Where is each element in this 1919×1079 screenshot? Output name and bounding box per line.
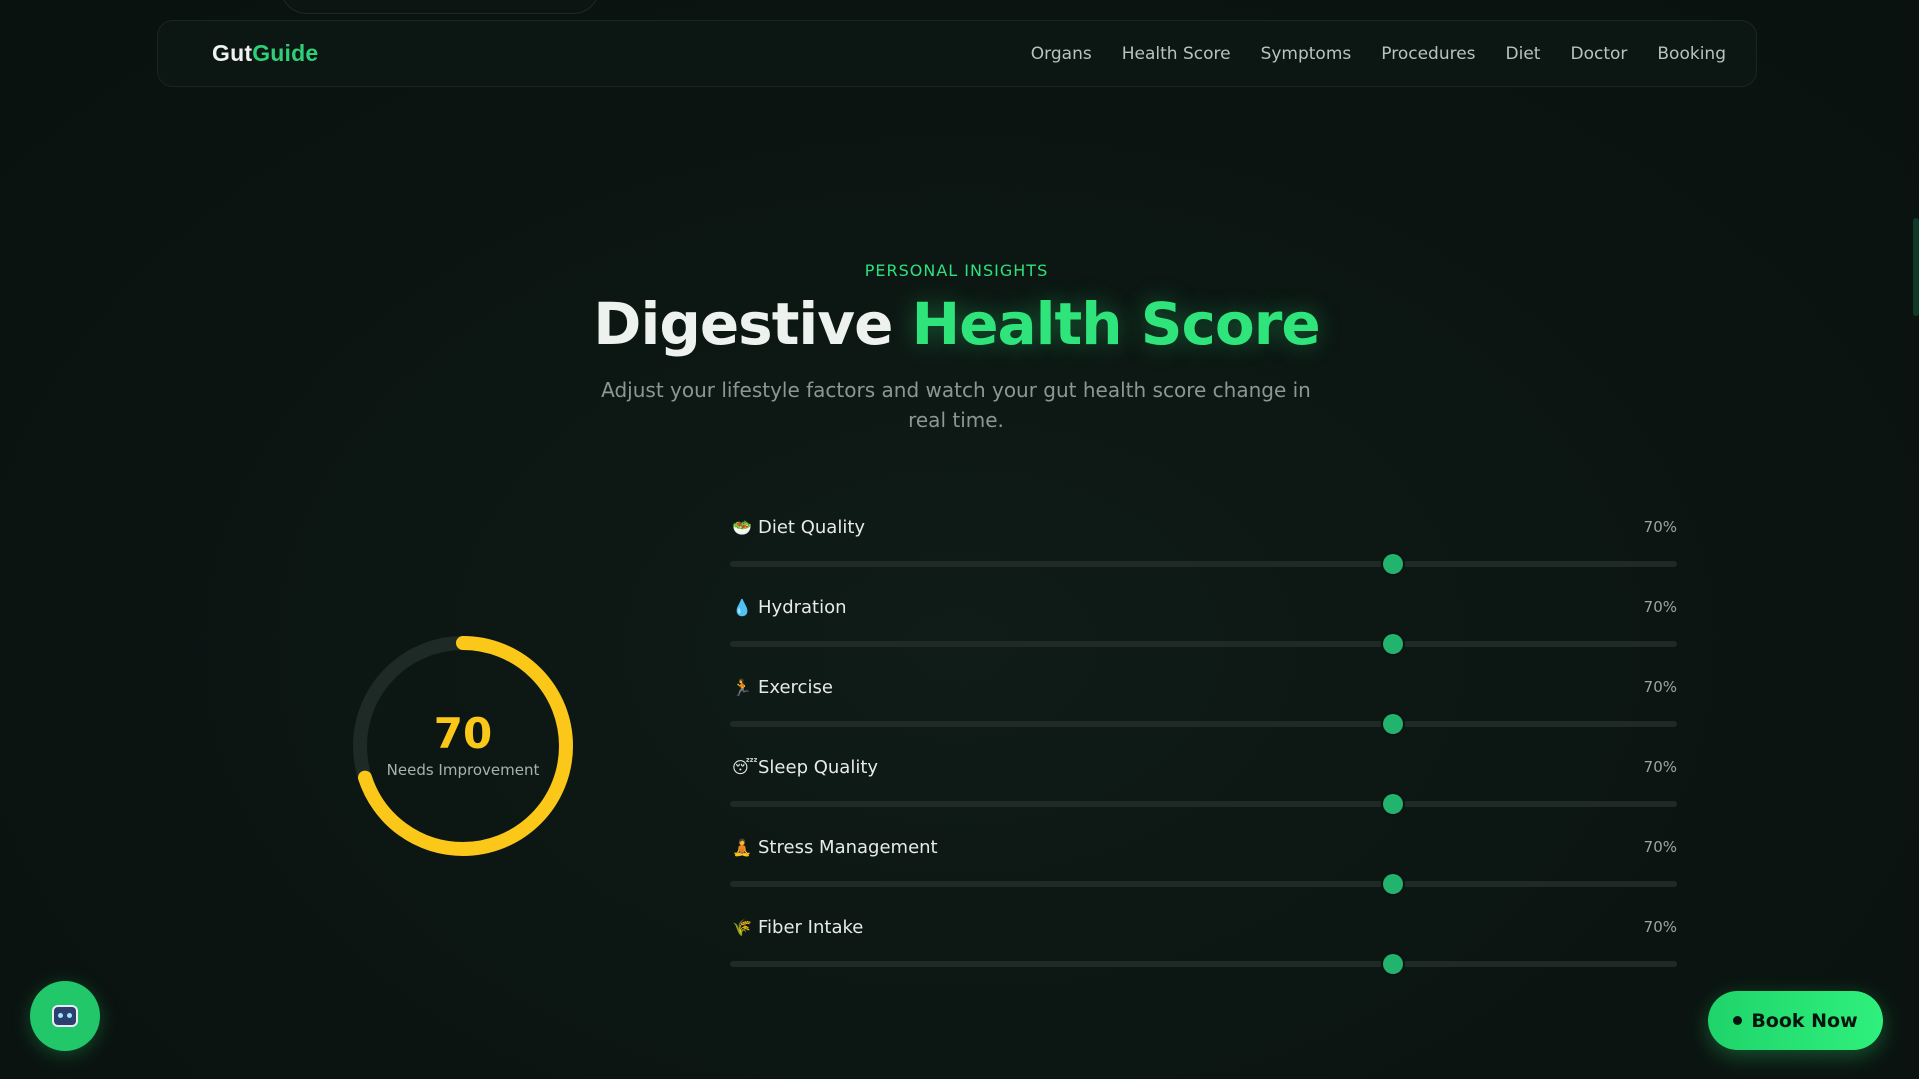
nav-link-booking[interactable]: Booking (1657, 44, 1726, 64)
factor-percent: 70% (1643, 678, 1677, 696)
slider-track[interactable] (730, 874, 1677, 894)
factor-label: Sleep Quality (758, 756, 879, 778)
slider-thumb[interactable] (1382, 554, 1403, 574)
nav-link-procedures[interactable]: Procedures (1381, 44, 1475, 64)
water-drop-icon: 💧 (732, 597, 752, 617)
chatbot-button[interactable] (30, 981, 100, 1051)
factor-percent: 70% (1643, 838, 1677, 856)
factor-label: Diet Quality (758, 516, 866, 538)
meditation-icon: 🧘 (732, 837, 752, 857)
slider-track[interactable] (730, 954, 1677, 974)
factor-label: Exercise (758, 676, 833, 698)
slider-track[interactable] (730, 634, 1677, 654)
slider-thumb[interactable] (1382, 954, 1403, 974)
title-part-digestive: Digestive (593, 290, 893, 358)
title-part-health-score: Health Score (911, 290, 1321, 358)
nav-link-diet[interactable]: Diet (1506, 44, 1541, 64)
logo[interactable]: GutGuide (212, 40, 318, 67)
scrollbar-thumb[interactable] (1913, 218, 1919, 316)
nav-link-organs[interactable]: Organs (1031, 44, 1092, 64)
factor-stress-management: 🧘 Stress Management 70% (730, 830, 1677, 910)
factor-fiber-intake: 🌾 Fiber Intake 70% (730, 910, 1677, 990)
factor-label: Hydration (758, 596, 847, 618)
slider-thumb[interactable] (1382, 874, 1403, 894)
factor-percent: 70% (1643, 518, 1677, 536)
factor-sleep-quality: 😴 Sleep Quality 70% (730, 750, 1677, 830)
slider-thumb[interactable] (1382, 714, 1403, 734)
nav-link-doctor[interactable]: Doctor (1570, 44, 1627, 64)
book-now-label: Book Now (1751, 1009, 1858, 1032)
factor-diet-quality: 🥗 Diet Quality 70% (730, 510, 1677, 590)
section-subtitle: Adjust your lifestyle factors and watch … (601, 378, 1311, 432)
slider-thumb[interactable] (1382, 794, 1403, 814)
nav-links: Organs Health Score Symptoms Procedures … (1031, 44, 1726, 64)
factor-label: Fiber Intake (758, 916, 864, 938)
factor-percent: 70% (1643, 598, 1677, 616)
logo-part-gut: Gut (212, 40, 253, 66)
score-label: Needs Improvement (386, 761, 540, 779)
factor-percent: 70% (1643, 918, 1677, 936)
factor-label: Stress Management (758, 836, 938, 858)
score-gauge: 70 Needs Improvement (350, 633, 576, 859)
dot-icon (1733, 1016, 1743, 1025)
factor-exercise: 🏃 Exercise 70% (730, 670, 1677, 750)
factor-percent: 70% (1643, 758, 1677, 776)
nav-link-symptoms[interactable]: Symptoms (1261, 44, 1352, 64)
score-value: 70 (433, 709, 493, 758)
slider-thumb[interactable] (1382, 634, 1403, 654)
section-eyebrow: PERSONAL INSIGHTS (864, 261, 1049, 280)
sleeping-face-icon: 😴 (732, 757, 758, 777)
robot-icon (52, 1005, 78, 1027)
salad-bowl-icon: 🥗 (732, 517, 752, 537)
page: GutGuide Organs Health Score Symptoms Pr… (0, 0, 1919, 1079)
section-title: Digestive Health Score (0, 290, 1913, 358)
wheat-icon: 🌾 (732, 917, 752, 937)
slider-track[interactable] (730, 554, 1677, 574)
factor-hydration: 💧 Hydration 70% (730, 590, 1677, 670)
nav-link-health-score[interactable]: Health Score (1122, 44, 1231, 64)
slider-track[interactable] (730, 794, 1677, 814)
book-now-button[interactable]: Book Now (1708, 991, 1883, 1050)
top-pill-decoration (280, 0, 600, 14)
navbar: GutGuide Organs Health Score Symptoms Pr… (157, 20, 1757, 87)
logo-part-guide: Guide (252, 40, 319, 66)
factor-list: 🥗 Diet Quality 70% 💧 Hydration 70% 🏃 Exe… (730, 510, 1677, 990)
running-icon: 🏃 (732, 677, 752, 697)
slider-track[interactable] (730, 714, 1677, 734)
